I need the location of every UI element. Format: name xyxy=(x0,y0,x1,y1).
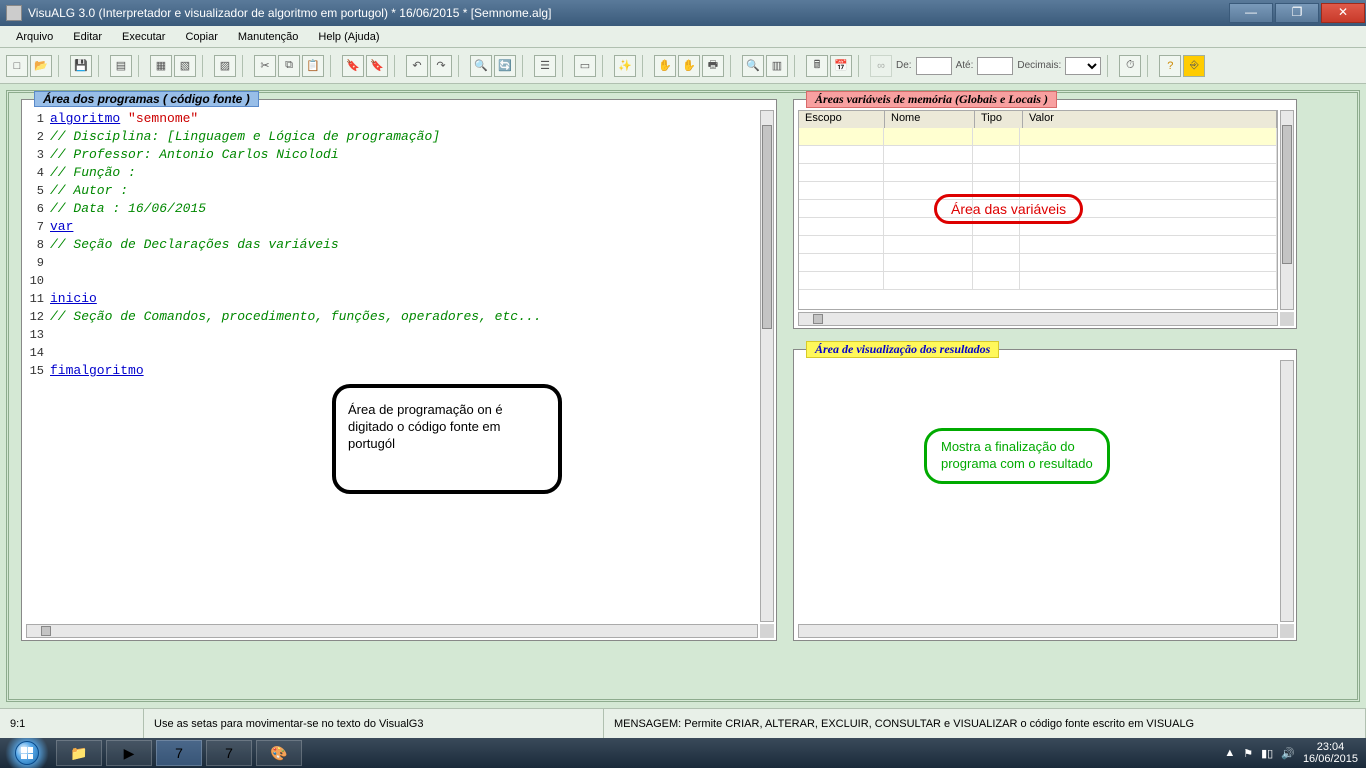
doc2-icon[interactable]: ▦ xyxy=(150,55,172,77)
copy-icon[interactable]: ⧉ xyxy=(278,55,300,77)
tray-flag-icon[interactable]: ⚑ xyxy=(1243,747,1253,760)
chain-icon: ∞ xyxy=(870,55,892,77)
code-scrollbar-h[interactable] xyxy=(26,624,758,638)
code-panel: Área dos programas ( código fonte ) 1alg… xyxy=(21,99,777,641)
replace-icon[interactable]: 🔄 xyxy=(494,55,516,77)
status-message: MENSAGEM: Permite CRIAR, ALTERAR, EXCLUI… xyxy=(604,709,1366,738)
titlebar-text: VisuALG 3.0 (Interpretador e visualizado… xyxy=(28,6,1228,20)
new-icon[interactable]: □ xyxy=(6,55,28,77)
vars-scrollbar-h[interactable] xyxy=(798,312,1278,326)
annotation-code: Área de programação on é digitado o códi… xyxy=(332,384,562,494)
help-icon[interactable]: ? xyxy=(1159,55,1181,77)
col-valor[interactable]: Valor xyxy=(1023,111,1277,128)
cut-icon[interactable]: ✂ xyxy=(254,55,276,77)
status-hint: Use as setas para movimentar-se no texto… xyxy=(144,709,604,738)
app-icon xyxy=(6,5,22,21)
calc-icon[interactable]: 🖩 xyxy=(806,55,828,77)
tray-chevron-icon[interactable]: ▲ xyxy=(1224,747,1235,759)
bookmark-add-icon[interactable]: 🔖 xyxy=(342,55,364,77)
tray-volume-icon[interactable]: 🔊 xyxy=(1281,747,1295,760)
annotation-vars: Área das variáveis xyxy=(934,194,1083,224)
menu-executar[interactable]: Executar xyxy=(114,29,173,45)
start-button[interactable] xyxy=(0,738,54,768)
code-editor[interactable]: 1algoritmo "semnome"2// Disciplina: [Lin… xyxy=(26,110,758,622)
code-panel-title: Área dos programas ( código fonte ) xyxy=(34,91,259,107)
task-app1-icon[interactable]: 7 xyxy=(156,740,202,766)
select-decimais[interactable] xyxy=(1065,57,1101,75)
results-body[interactable] xyxy=(798,360,1278,622)
paste-icon[interactable]: 📋 xyxy=(302,55,324,77)
tray-network-icon[interactable]: ▮▯ xyxy=(1261,747,1273,760)
statusbar: 9:1 Use as setas para movimentar-se no t… xyxy=(0,708,1366,738)
vars-header: Escopo Nome Tipo Valor xyxy=(798,110,1278,128)
toolbar: □ 📂 💾 ▤ ▦ ▧ ▨ ✂ ⧉ 📋 🔖 🔖 ↶ ↷ 🔍 🔄 ☰ ▭ ✨ ✋ … xyxy=(0,48,1366,84)
code-scrollbar-v[interactable] xyxy=(760,110,774,622)
menu-copiar[interactable]: Copiar xyxy=(177,29,225,45)
print-icon[interactable]: 🖶 xyxy=(702,55,724,77)
undo-icon[interactable]: ↶ xyxy=(406,55,428,77)
results-scrollbar-v[interactable] xyxy=(1280,360,1294,622)
exit-icon[interactable]: ⎆ xyxy=(1183,55,1205,77)
vars-panel: Áreas variáveis de memória (Globais e Lo… xyxy=(793,99,1297,329)
vars-panel-title: Áreas variáveis de memória (Globais e Lo… xyxy=(806,91,1057,108)
doc3-icon[interactable]: ▧ xyxy=(174,55,196,77)
doc1-icon[interactable]: ▤ xyxy=(110,55,132,77)
annotation-results: Mostra a finalização do programa com o r… xyxy=(924,428,1110,484)
open-icon[interactable]: 📂 xyxy=(30,55,52,77)
bookmark-del-icon[interactable]: 🔖 xyxy=(366,55,388,77)
zoom-icon[interactable]: 🔍 xyxy=(742,55,764,77)
results-scrollbar-h[interactable] xyxy=(798,624,1278,638)
status-position: 9:1 xyxy=(0,709,144,738)
redo-icon[interactable]: ↷ xyxy=(430,55,452,77)
results-panel: Área de visualização dos resultados Most… xyxy=(793,349,1297,641)
calendar-icon[interactable]: 📅 xyxy=(830,55,852,77)
tray-clock[interactable]: 23:04 16/06/2015 xyxy=(1303,741,1358,765)
titlebar: VisuALG 3.0 (Interpretador e visualizado… xyxy=(0,0,1366,26)
menu-arquivo[interactable]: Arquivo xyxy=(8,29,61,45)
system-tray: ▲ ⚑ ▮▯ 🔊 23:04 16/06/2015 xyxy=(1224,741,1366,765)
save-icon[interactable]: 💾 xyxy=(70,55,92,77)
task-media-icon[interactable]: ▶ xyxy=(106,740,152,766)
maximize-button[interactable]: ❐ xyxy=(1275,3,1319,23)
doc5-icon[interactable]: ▥ xyxy=(766,55,788,77)
input-de[interactable] xyxy=(916,57,952,75)
minimize-button[interactable]: — xyxy=(1229,3,1273,23)
menu-help[interactable]: Help (Ajuda) xyxy=(310,29,387,45)
doc4-icon[interactable]: ▨ xyxy=(214,55,236,77)
menu-editar[interactable]: Editar xyxy=(65,29,110,45)
hand2-icon[interactable]: ✋ xyxy=(678,55,700,77)
input-ate[interactable] xyxy=(977,57,1013,75)
label-ate: Até: xyxy=(956,60,974,71)
find-icon[interactable]: 🔍 xyxy=(470,55,492,77)
label-dec: Decimais: xyxy=(1017,60,1061,71)
clock-icon[interactable]: ⏱ xyxy=(1119,55,1141,77)
menubar: Arquivo Editar Executar Copiar Manutençã… xyxy=(0,26,1366,48)
task-explorer-icon[interactable]: 📁 xyxy=(56,740,102,766)
form1-icon[interactable]: ▭ xyxy=(574,55,596,77)
col-nome[interactable]: Nome xyxy=(885,111,975,128)
wand-icon[interactable]: ✨ xyxy=(614,55,636,77)
task-app2-icon[interactable]: 7 xyxy=(206,740,252,766)
task-paint-icon[interactable]: 🎨 xyxy=(256,740,302,766)
hand1-icon[interactable]: ✋ xyxy=(654,55,676,77)
col-tipo[interactable]: Tipo xyxy=(975,111,1023,128)
menu-manutencao[interactable]: Manutenção xyxy=(230,29,307,45)
results-panel-title: Área de visualização dos resultados xyxy=(806,341,999,358)
taskbar: 📁 ▶ 7 7 🎨 ▲ ⚑ ▮▯ 🔊 23:04 16/06/2015 xyxy=(0,738,1366,768)
vars-scrollbar-v[interactable] xyxy=(1280,110,1294,310)
close-button[interactable]: ✕ xyxy=(1321,3,1365,23)
col-escopo[interactable]: Escopo xyxy=(799,111,885,128)
label-de: De: xyxy=(896,60,912,71)
indent-icon[interactable]: ☰ xyxy=(534,55,556,77)
